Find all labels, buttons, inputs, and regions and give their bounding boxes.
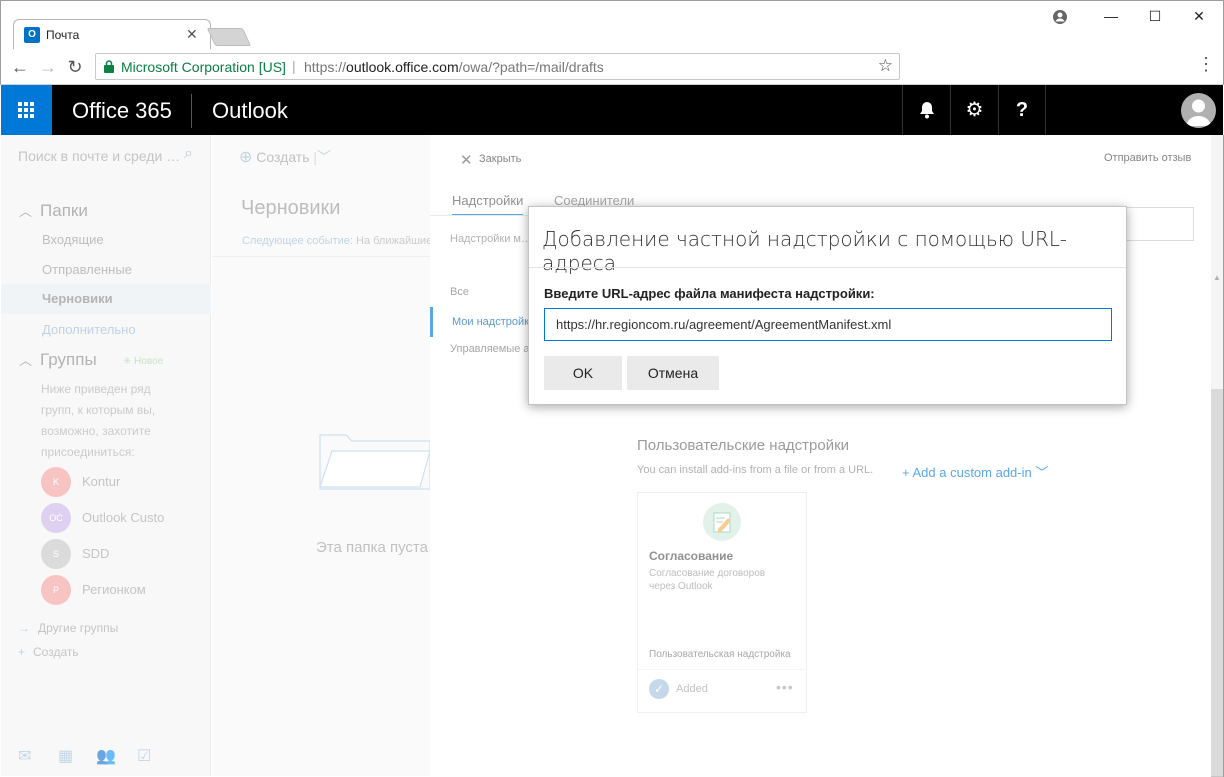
new-tab-button[interactable] (206, 28, 252, 46)
waffle-icon[interactable] (1, 85, 52, 135)
dialog-divider (529, 267, 1126, 268)
manifest-url-label: Введите URL-адрес файла манифеста надстр… (544, 286, 875, 301)
brand-label[interactable]: Office 365 (72, 98, 172, 124)
browser-toolbar: ← → ↻ Microsoft Corporation [US] | https… (0, 50, 1224, 85)
url-separator: | (292, 58, 296, 74)
gear-icon[interactable]: ⚙ (950, 85, 998, 135)
browser-tab[interactable]: O Почта ✕ (13, 19, 211, 49)
address-bar[interactable]: Microsoft Corporation [US] | https://out… (95, 53, 900, 80)
reload-icon[interactable]: ↻ (63, 55, 87, 79)
tab-title: Почта (46, 28, 80, 42)
back-icon[interactable]: ← (8, 55, 32, 79)
app-name[interactable]: Outlook (212, 98, 288, 124)
bell-icon[interactable] (902, 85, 950, 135)
star-icon[interactable]: ☆ (878, 56, 893, 76)
lock-icon (104, 60, 114, 73)
ok-button[interactable]: OK (544, 356, 622, 390)
minimize-button[interactable]: — (1089, 3, 1133, 29)
cancel-button[interactable]: Отмена (627, 356, 719, 390)
maximize-button[interactable]: ☐ (1133, 3, 1177, 29)
outlook-favicon-icon: O (24, 27, 40, 43)
browser-tabbar: O Почта ✕ — ☐ ✕ (0, 0, 1224, 50)
o365-header: Office 365 Outlook ⚙ ? (1, 85, 1223, 135)
close-window-button[interactable]: ✕ (1177, 3, 1221, 29)
add-private-addin-dialog: Добавление частной надстройки с помощью … (528, 206, 1127, 405)
manifest-url-input[interactable] (544, 308, 1112, 341)
forward-icon[interactable]: → (36, 55, 60, 79)
secure-origin-label: Microsoft Corporation [US] (121, 59, 286, 75)
menu-icon[interactable]: ⋮ (1197, 54, 1215, 75)
header-divider (191, 94, 192, 128)
url-text[interactable]: https://outlook.office.com/owa/?path=/ma… (304, 59, 604, 75)
profile-icon[interactable] (1050, 7, 1070, 27)
avatar[interactable] (1181, 93, 1216, 128)
tab-close-icon[interactable]: ✕ (186, 26, 198, 43)
help-icon[interactable]: ? (998, 85, 1046, 135)
